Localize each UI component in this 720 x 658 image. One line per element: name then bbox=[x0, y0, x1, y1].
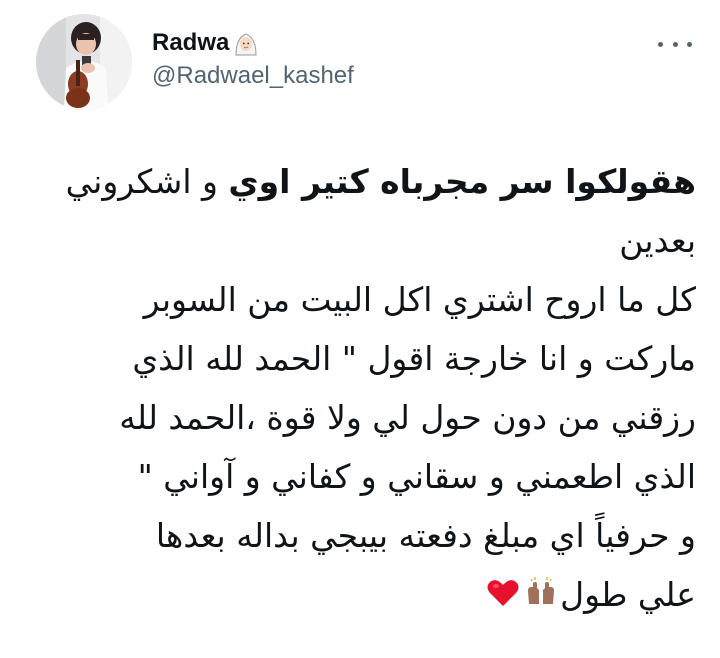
more-horizontal-icon bbox=[658, 41, 663, 47]
more-horizontal-icon-dot-2 bbox=[672, 41, 678, 47]
tweet-line-5: رزقني من دون حول لي ولا قوة ،الحمد لله bbox=[119, 398, 696, 437]
tweet-line-1: هقولكوا سر مجرباه كتير اوي و اشكروني bbox=[26, 152, 696, 211]
tweet-line-6: الذي اطعمني و سقاني و كفاني و آواني " bbox=[137, 457, 696, 496]
more-options-button[interactable] bbox=[658, 34, 692, 54]
tweet-card: Radwa @Radwael_kashef هقولكوا سر مجرباه … bbox=[0, 0, 720, 658]
tweet-line-2: بعدين bbox=[619, 221, 696, 260]
woman-with-headscarf-emoji-icon bbox=[233, 30, 259, 56]
avatar-photo bbox=[36, 14, 132, 110]
avatar[interactable] bbox=[36, 14, 132, 110]
display-name-row: Radwa bbox=[152, 28, 354, 58]
tweet-line-3: كل ما اروح اشتري اكل البيت من السوبر bbox=[143, 280, 696, 319]
tweet-line-8: علي طول bbox=[26, 565, 696, 626]
display-name[interactable]: Radwa bbox=[152, 29, 229, 57]
red-heart-emoji-icon bbox=[487, 567, 519, 626]
user-handle[interactable]: @Radwael_kashef bbox=[152, 62, 354, 90]
tweet-header: Radwa @Radwael_kashef bbox=[36, 14, 696, 110]
tweet-text: هقولكوا سر مجرباه كتير اوي و اشكروني بعد… bbox=[26, 152, 696, 626]
tweet-line-1-regular: و اشكروني bbox=[65, 162, 229, 201]
more-horizontal-icon-dot-3 bbox=[687, 41, 692, 47]
tweet-line-7: و حرفياً اي مبلغ دفعته بيبجي بداله بعدها bbox=[155, 516, 696, 555]
tweet-line-1-bold: هقولكوا سر مجرباه كتير اوي bbox=[228, 162, 696, 201]
tweet-line-8-text: علي طول bbox=[560, 575, 696, 614]
tweet-line-4: ماركت و انا خارجة اقول " الحمد لله الذي bbox=[132, 339, 696, 378]
user-names: Radwa @Radwael_kashef bbox=[152, 28, 354, 90]
raising-hands-emoji-icon bbox=[525, 567, 557, 626]
